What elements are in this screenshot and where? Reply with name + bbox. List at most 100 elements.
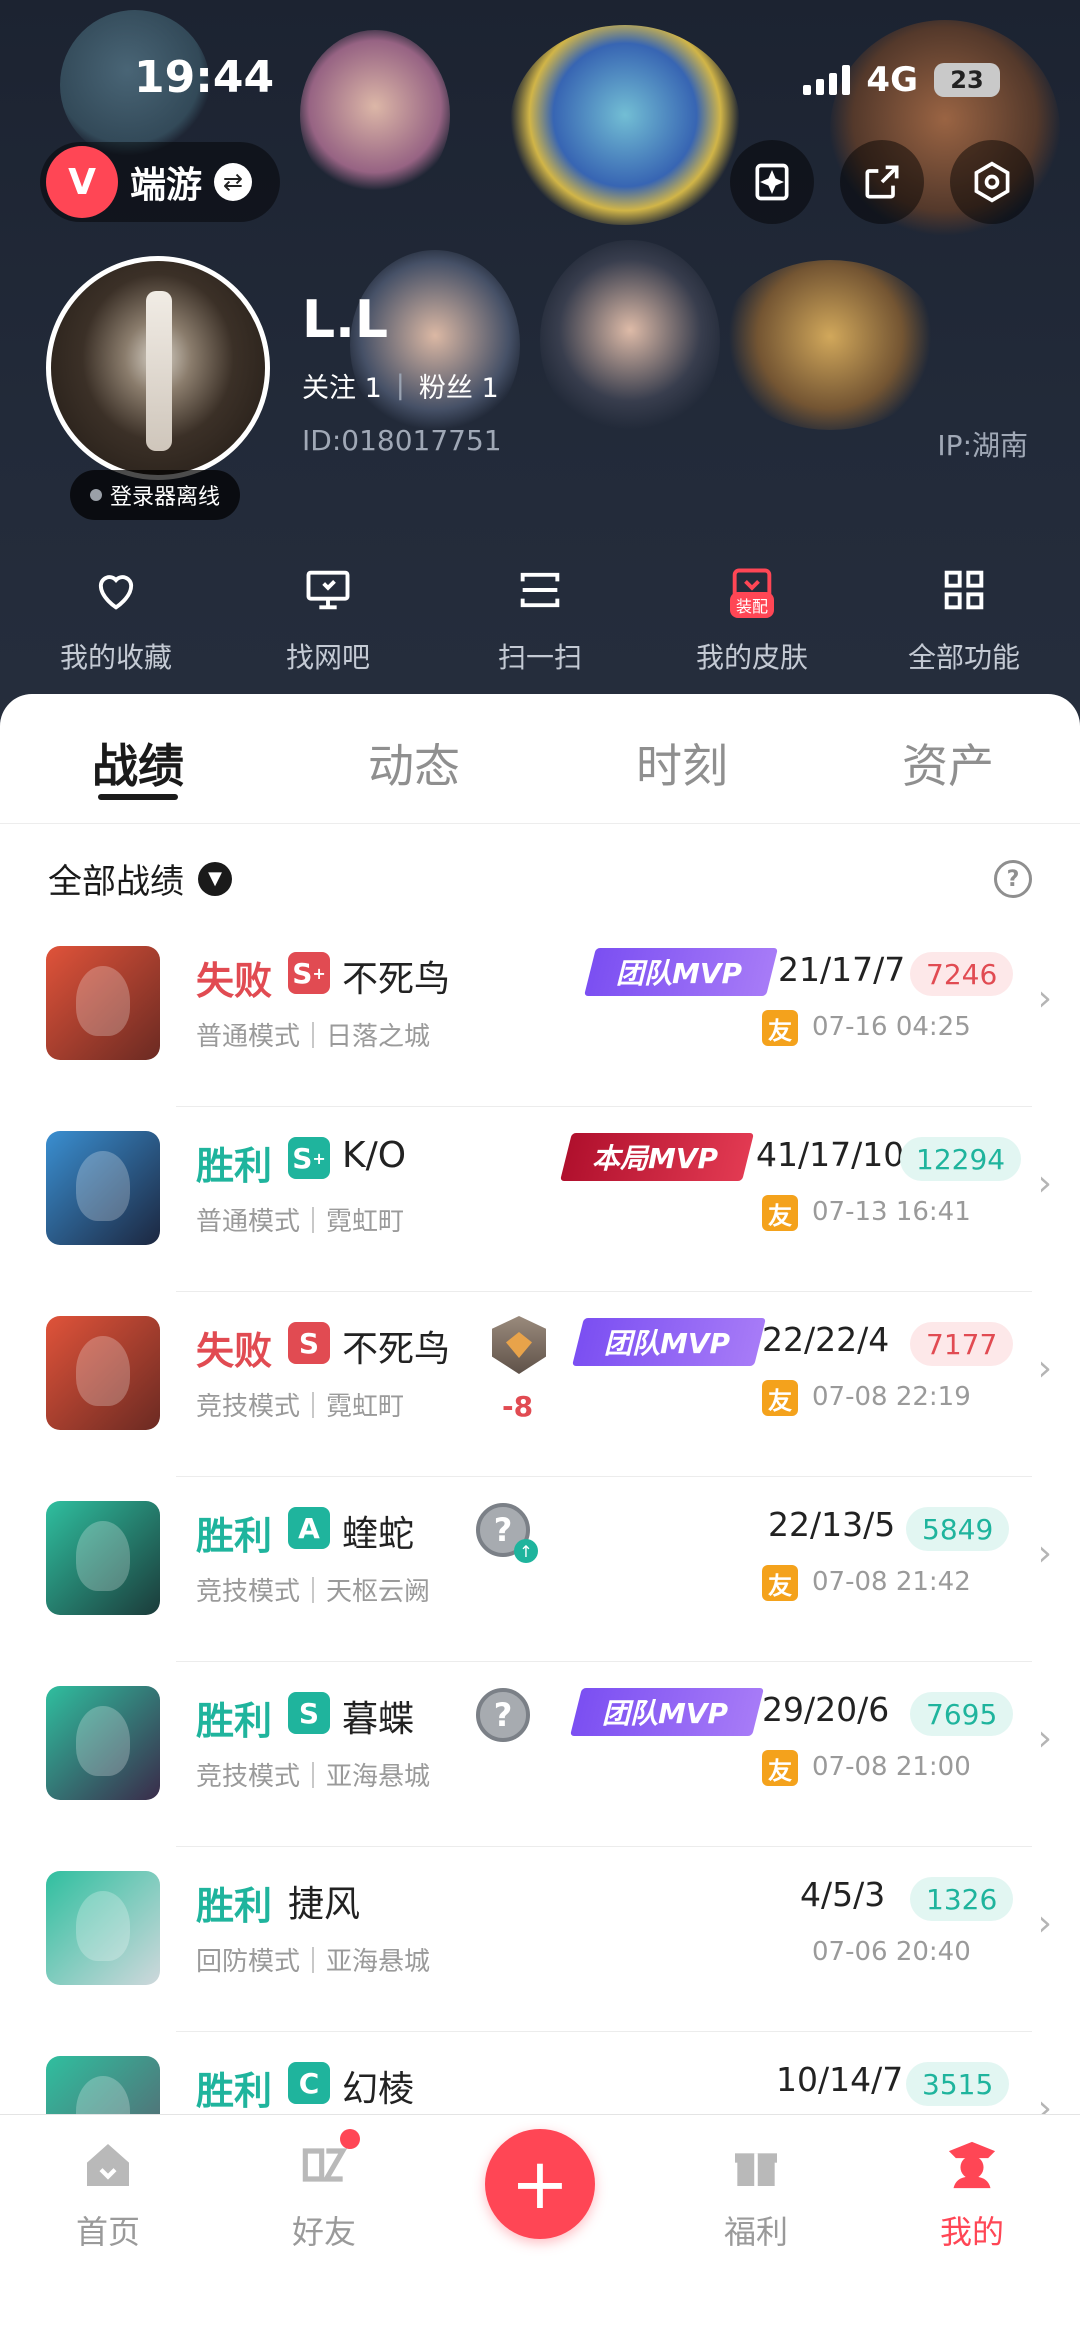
- quick-actions: 我的收藏 找网吧 扫一扫 装配 我的皮肤 全部功能: [0, 560, 1080, 676]
- match-row[interactable]: 胜利 A 蝰蛇 竞技模式｜天枢云阙 ? ↑ 22/13/5 5849 友 07-…: [0, 1477, 1080, 1662]
- app-switcher[interactable]: V 端游 ⇄: [40, 142, 280, 222]
- match-date: 07-08 21:42: [812, 1567, 971, 1597]
- tab-assets[interactable]: 资产: [902, 730, 994, 796]
- score: 5849: [906, 1507, 1010, 1551]
- nav-me[interactable]: 我的: [902, 2135, 1042, 2253]
- sticker-agent-2: [300, 30, 450, 200]
- sparkle-card-icon[interactable]: [730, 140, 814, 224]
- kda: 4/5/3: [800, 1875, 886, 1914]
- nav-rewards[interactable]: 福利: [686, 2135, 826, 2253]
- kda: 29/20/6: [762, 1690, 890, 1729]
- rank-badge: C: [288, 2062, 330, 2104]
- home-icon: [78, 2135, 138, 2195]
- tab-bar: 战绩 动态 时刻 资产: [0, 694, 1080, 824]
- score: 3515: [906, 2062, 1010, 2106]
- user-id: ID:018017751: [302, 424, 502, 457]
- sticker-agent-6: [540, 240, 720, 440]
- chevron-right-icon: ›: [1037, 2088, 1052, 2114]
- kda: 22/22/4: [762, 1320, 890, 1359]
- chevron-right-icon: ›: [1037, 1533, 1052, 1574]
- friends-icon: [294, 2129, 360, 2195]
- chevron-right-icon: ›: [1037, 1163, 1052, 1204]
- login-status-text: 登录器离线: [109, 485, 220, 510]
- match-date: 07-16 04:25: [812, 1012, 971, 1042]
- friend-tag: 友: [762, 1750, 798, 1786]
- quick-action-find-cafe[interactable]: 找网吧: [228, 560, 428, 676]
- match-mode: 回防模式｜亚海悬城: [196, 1947, 431, 1977]
- share-icon[interactable]: [840, 140, 924, 224]
- avatar[interactable]: [46, 256, 270, 480]
- chevron-right-icon: ›: [1037, 1718, 1052, 1759]
- kda: 22/13/5: [768, 1505, 896, 1544]
- nav-friends[interactable]: 好友: [254, 2129, 394, 2253]
- agent-name: 不死鸟: [342, 959, 451, 1000]
- rank-badge: S: [288, 1692, 330, 1734]
- nav-home[interactable]: 首页: [38, 2135, 178, 2253]
- rr-delta: -8: [502, 1390, 534, 1423]
- match-result: 胜利: [196, 1884, 273, 1928]
- valorant-logo-icon: V: [46, 146, 118, 218]
- agent-portrait: [46, 2056, 160, 2114]
- match-result: 胜利: [196, 1514, 273, 1558]
- agent-name: 蝰蛇: [342, 1514, 415, 1555]
- chevron-down-icon: ▼: [198, 861, 232, 896]
- followers-link[interactable]: 粉丝 1: [419, 366, 499, 405]
- match-result: 胜利: [196, 1144, 273, 1188]
- skin-icon: 装配: [722, 560, 782, 620]
- heart-icon: [86, 560, 146, 620]
- record-filter[interactable]: 全部战绩 ▼: [48, 854, 232, 903]
- grid-icon: [934, 560, 994, 620]
- switch-icon: ⇄: [214, 163, 253, 201]
- match-result: 胜利: [196, 1699, 273, 1743]
- tab-records[interactable]: 战绩: [92, 730, 184, 796]
- match-row[interactable]: 胜利 C 幻棱 10/14/7 3515 ›: [0, 2032, 1080, 2114]
- score: 7246: [910, 952, 1014, 996]
- score: 12294: [900, 1137, 1022, 1181]
- match-row[interactable]: 胜利 S + K/O 普通模式｜霓虹町 本局MVP 41/17/10 12294 …: [0, 1107, 1080, 1292]
- chevron-right-icon: ›: [1037, 1903, 1052, 1944]
- match-result: 失败: [196, 1329, 273, 1373]
- monitor-icon: [298, 560, 358, 620]
- match-mode: 竞技模式｜天枢云阙: [196, 1577, 431, 1607]
- score: 7177: [910, 1322, 1014, 1366]
- match-row[interactable]: 失败 S + 不死鸟 普通模式｜日落之城 团队MVP 21/17/7 7246 友…: [0, 922, 1080, 1107]
- kda: 21/17/7: [778, 950, 906, 989]
- agent-portrait: [46, 1316, 160, 1430]
- agent-name: 不死鸟: [342, 1329, 451, 1370]
- signal-icon: [803, 65, 851, 95]
- kda: 41/17/10: [756, 1135, 905, 1174]
- scan-icon: [510, 560, 570, 620]
- bottom-nav: 首页 好友 + 福利 我的: [0, 2114, 1080, 2341]
- quick-action-scan[interactable]: 扫一扫: [440, 560, 640, 676]
- tab-indicator: [98, 794, 178, 800]
- agent-name: 暮蝶: [342, 1699, 415, 1740]
- notification-dot: [340, 2129, 360, 2149]
- tab-activity[interactable]: 动态: [368, 730, 460, 796]
- gift-icon: [726, 2135, 786, 2195]
- rank-badge: S +: [288, 1137, 330, 1179]
- battery-icon: 23: [934, 63, 1000, 97]
- quick-action-favorites[interactable]: 我的收藏: [16, 560, 216, 676]
- rank-badge: S +: [288, 952, 330, 994]
- agent-name: 捷风: [288, 1884, 361, 1925]
- following-link[interactable]: 关注 1: [302, 366, 382, 405]
- add-button[interactable]: +: [485, 2129, 595, 2239]
- score: 1326: [910, 1877, 1014, 1921]
- match-row[interactable]: 失败 S 不死鸟 竞技模式｜霓虹町 -8 团队MVP 22/22/4 7177 …: [0, 1292, 1080, 1477]
- equip-badge: 装配: [730, 592, 775, 618]
- quick-action-skins[interactable]: 装配 我的皮肤: [652, 560, 852, 676]
- quick-action-all-features[interactable]: 全部功能: [864, 560, 1064, 676]
- sticker-agent-7: [720, 260, 940, 430]
- match-row[interactable]: 胜利 S 暮蝶 竞技模式｜亚海悬城 ? 团队MVP 29/20/6 7695 友…: [0, 1662, 1080, 1847]
- match-row[interactable]: 胜利 捷风 回防模式｜亚海悬城 4/5/3 1326 07-06 20:40 ›: [0, 1847, 1080, 2032]
- match-date: 07-13 16:41: [812, 1197, 971, 1227]
- friend-tag: 友: [762, 1010, 798, 1046]
- match-mode: 竞技模式｜霓虹町: [196, 1392, 405, 1422]
- tab-moments[interactable]: 时刻: [636, 730, 728, 796]
- match-mode: 普通模式｜霓虹町: [196, 1207, 405, 1237]
- settings-hex-icon[interactable]: [950, 140, 1034, 224]
- help-icon[interactable]: ?: [994, 860, 1032, 898]
- chevron-right-icon: ›: [1037, 1348, 1052, 1389]
- team-mvp-badge: 团队MVP: [570, 1688, 765, 1736]
- agent-portrait: [46, 1131, 160, 1245]
